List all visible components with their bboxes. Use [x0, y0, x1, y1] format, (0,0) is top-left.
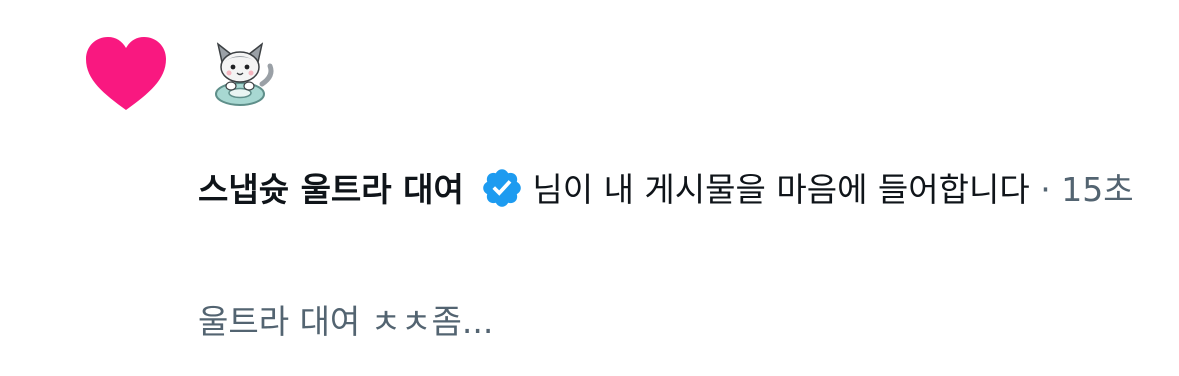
like-notification[interactable]: 스냅슛 울트라 대여 님이 내 게시물을 마음에 들어합니다 · 15초 울트라…: [0, 0, 1179, 376]
timestamp: 15초: [1061, 170, 1134, 209]
heart-icon: [86, 37, 166, 110]
post-preview[interactable]: 울트라 대여 ㅊㅊ좀...: [198, 292, 493, 352]
username-link[interactable]: 스냅슛 울트라 대여: [198, 170, 464, 209]
user-avatar[interactable]: [194, 40, 286, 112]
separator: ·: [1029, 170, 1062, 209]
notification-message: 스냅슛 울트라 대여 님이 내 게시물을 마음에 들어합니다 · 15초: [198, 160, 1138, 220]
action-text: 님이 내 게시물을 마음에 들어합니다: [532, 170, 1030, 209]
avatar-image: [194, 40, 286, 112]
verified-badge-icon: [483, 169, 522, 207]
